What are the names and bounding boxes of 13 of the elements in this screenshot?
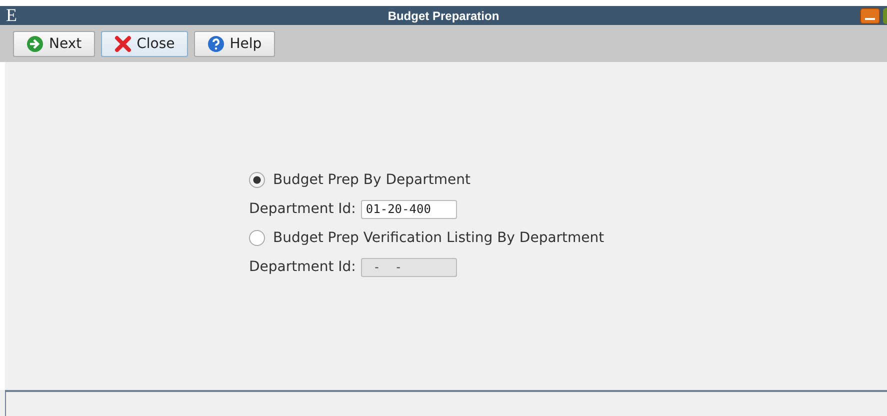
close-icon	[114, 34, 132, 52]
minimize-button[interactable]	[860, 8, 880, 24]
help-button[interactable]: Help	[194, 30, 275, 56]
next-button[interactable]: Next	[13, 30, 95, 56]
close-button[interactable]: Close	[100, 30, 188, 56]
field-label: Department Id:	[249, 259, 356, 275]
help-icon	[206, 34, 225, 52]
department-id-field[interactable]: 01-20-400	[360, 200, 457, 218]
field-label: Department Id:	[249, 201, 356, 217]
app-logo: E	[6, 6, 17, 25]
radio-button[interactable]	[249, 172, 265, 188]
option-label[interactable]: Budget Prep By Department	[273, 172, 470, 188]
window-title: Budget Preparation	[388, 8, 500, 22]
